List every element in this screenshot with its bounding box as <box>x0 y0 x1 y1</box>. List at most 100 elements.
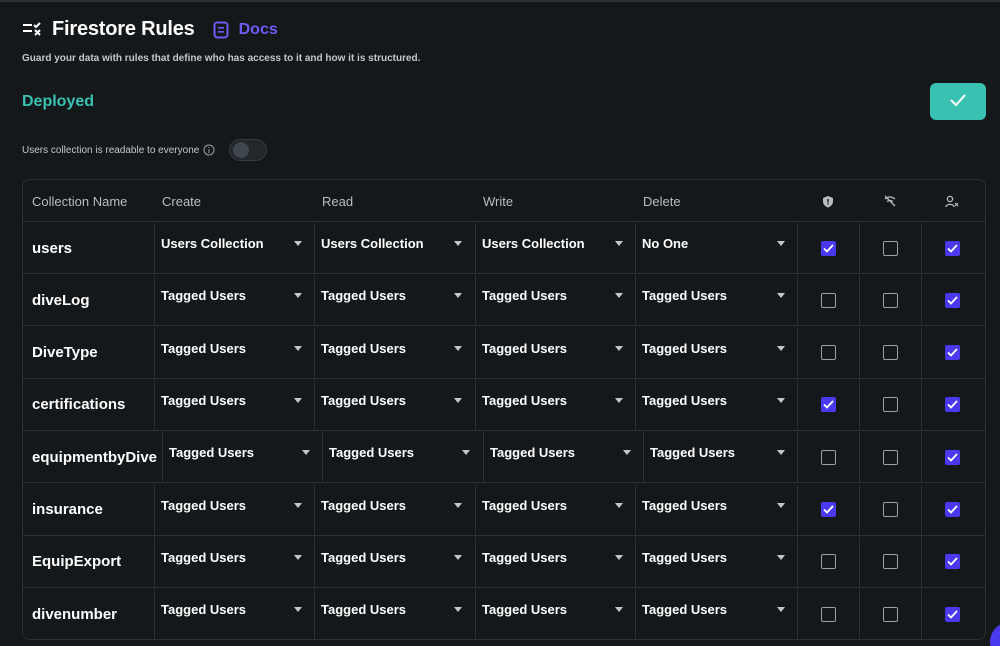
create-permission-dropdown[interactable]: Tagged Users <box>154 536 314 587</box>
col-read: Read <box>322 193 354 209</box>
read-permission-dropdown[interactable]: Tagged Users <box>314 536 474 587</box>
checkbox-cell <box>797 536 859 587</box>
user-x-checkbox[interactable] <box>945 397 960 413</box>
shield-checkbox[interactable] <box>821 240 836 256</box>
checkbox-cell <box>921 484 983 535</box>
checkbox-cell <box>859 223 921 273</box>
dropdown-value: Users Collection <box>161 236 264 251</box>
delete-permission-dropdown[interactable]: Tagged Users <box>635 275 797 326</box>
dropdown-value: Tagged Users <box>161 602 247 618</box>
user-x-checkbox[interactable] <box>945 449 960 465</box>
user-x-checkbox[interactable] <box>945 240 960 256</box>
create-permission-dropdown[interactable]: Tagged Users <box>162 432 322 483</box>
write-permission-dropdown[interactable]: Tagged Users <box>475 484 635 535</box>
chevron-down-icon <box>294 397 302 403</box>
rules-table: Collection Name Create Read Write Delete… <box>22 179 986 640</box>
checkbox-cell <box>797 432 859 483</box>
create-permission-dropdown[interactable]: Tagged Users <box>154 589 314 639</box>
write-permission-dropdown[interactable]: Tagged Users <box>475 327 635 378</box>
delete-permission-dropdown[interactable]: Tagged Users <box>635 327 797 378</box>
write-permission-dropdown[interactable]: Tagged Users <box>475 589 635 639</box>
dropdown-value: Tagged Users <box>482 288 568 304</box>
table-row: DiveType Tagged Users Tagged Users Tagged U… <box>23 326 985 379</box>
no-signal-checkbox[interactable] <box>883 606 898 622</box>
users-readable-toggle[interactable] <box>229 139 268 161</box>
collection-name: users <box>32 239 73 257</box>
shield-checkbox[interactable] <box>821 397 836 413</box>
chevron-down-icon <box>462 450 470 456</box>
table-row: certifications Tagged Users Tagged Users Ta… <box>23 378 985 431</box>
dropdown-value: Tagged Users <box>642 340 728 356</box>
delete-permission-dropdown[interactable]: Tagged Users <box>635 379 797 430</box>
checkbox-cell <box>797 275 859 326</box>
chevron-down-icon <box>294 607 302 613</box>
read-permission-dropdown[interactable]: Tagged Users <box>314 484 474 535</box>
collection-name: certifications <box>32 396 126 414</box>
dropdown-value: Tagged Users <box>642 497 728 513</box>
docs-link[interactable]: Docs <box>213 21 278 39</box>
table-row: insurance Tagged Users Tagged Users Tagged … <box>23 483 985 536</box>
help-chat-button[interactable] <box>990 622 1000 646</box>
user-x-checkbox[interactable] <box>945 292 960 308</box>
dropdown-value: Tagged Users <box>329 445 415 461</box>
user-x-checkbox[interactable] <box>945 345 960 361</box>
user-x-checkbox[interactable] <box>945 554 960 570</box>
shield-checkbox[interactable] <box>821 502 836 517</box>
checkbox-cell <box>859 484 921 535</box>
delete-permission-dropdown[interactable]: No One <box>635 223 797 273</box>
write-permission-dropdown[interactable]: Tagged Users <box>475 275 635 326</box>
checkbox-cell <box>859 589 921 639</box>
dropdown-value: Tagged Users <box>650 445 736 461</box>
user-x-icon <box>921 180 983 222</box>
chevron-down-icon <box>615 607 623 613</box>
create-permission-dropdown[interactable]: Tagged Users <box>154 275 314 326</box>
no-signal-checkbox[interactable] <box>883 397 898 413</box>
checkbox-cell <box>797 484 859 535</box>
no-signal-checkbox[interactable] <box>883 449 898 465</box>
col-delete: Delete <box>643 193 681 209</box>
create-permission-dropdown[interactable]: Tagged Users <box>154 484 314 535</box>
col-create: Create <box>162 193 202 209</box>
read-permission-dropdown[interactable]: Tagged Users <box>314 589 474 639</box>
info-icon[interactable] <box>203 144 215 156</box>
shield-checkbox[interactable] <box>821 345 836 361</box>
chevron-down-icon <box>777 397 785 403</box>
top-divider <box>0 0 1000 2</box>
checkbox-cell <box>921 327 983 378</box>
user-x-checkbox[interactable] <box>945 606 960 622</box>
no-signal-checkbox[interactable] <box>883 502 898 517</box>
delete-permission-dropdown[interactable]: Tagged Users <box>635 536 797 587</box>
chevron-down-icon <box>294 554 302 560</box>
shield-checkbox[interactable] <box>821 606 836 622</box>
user-x-checkbox[interactable] <box>945 502 960 517</box>
no-signal-checkbox[interactable] <box>883 292 898 308</box>
no-signal-checkbox[interactable] <box>883 554 898 570</box>
no-signal-checkbox[interactable] <box>883 345 898 361</box>
no-signal-checkbox[interactable] <box>883 240 898 256</box>
collection-name: diveLog <box>32 291 90 309</box>
delete-permission-dropdown[interactable]: Tagged Users <box>635 484 797 535</box>
read-permission-dropdown[interactable]: Users Collection <box>314 223 474 273</box>
shield-icon <box>797 180 859 222</box>
write-permission-dropdown[interactable]: Tagged Users <box>475 379 635 430</box>
create-permission-dropdown[interactable]: Users Collection <box>154 223 314 273</box>
delete-permission-dropdown[interactable]: Tagged Users <box>635 589 797 639</box>
create-permission-dropdown[interactable]: Tagged Users <box>154 327 314 378</box>
checkbox-cell <box>859 379 921 430</box>
write-permission-dropdown[interactable]: Users Collection <box>475 223 635 273</box>
delete-permission-dropdown[interactable]: Tagged Users <box>643 432 797 483</box>
write-permission-dropdown[interactable]: Tagged Users <box>475 536 635 587</box>
read-permission-dropdown[interactable]: Tagged Users <box>322 432 482 483</box>
deploy-button[interactable] <box>930 83 986 120</box>
read-permission-dropdown[interactable]: Tagged Users <box>314 379 474 430</box>
write-permission-dropdown[interactable]: Tagged Users <box>483 432 643 483</box>
dropdown-value: No One <box>642 236 689 251</box>
read-permission-dropdown[interactable]: Tagged Users <box>314 275 474 326</box>
shield-checkbox[interactable] <box>821 449 836 465</box>
checkbox-cell <box>859 432 921 483</box>
checkbox-cell <box>797 589 859 639</box>
create-permission-dropdown[interactable]: Tagged Users <box>154 379 314 430</box>
read-permission-dropdown[interactable]: Tagged Users <box>314 327 474 378</box>
shield-checkbox[interactable] <box>821 292 836 308</box>
shield-checkbox[interactable] <box>821 554 836 570</box>
